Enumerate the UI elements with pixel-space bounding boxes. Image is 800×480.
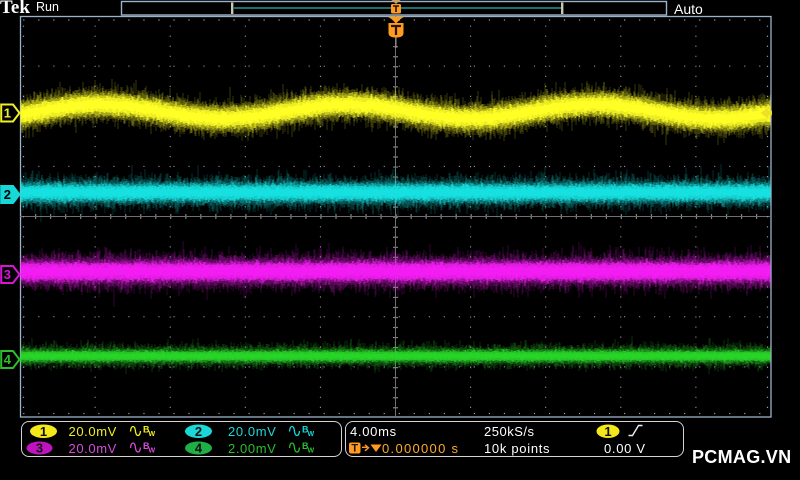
svg-text:4: 4	[4, 352, 12, 367]
svg-text:1: 1	[4, 105, 11, 120]
svg-text:3: 3	[4, 267, 11, 282]
svg-text:2: 2	[4, 187, 11, 202]
